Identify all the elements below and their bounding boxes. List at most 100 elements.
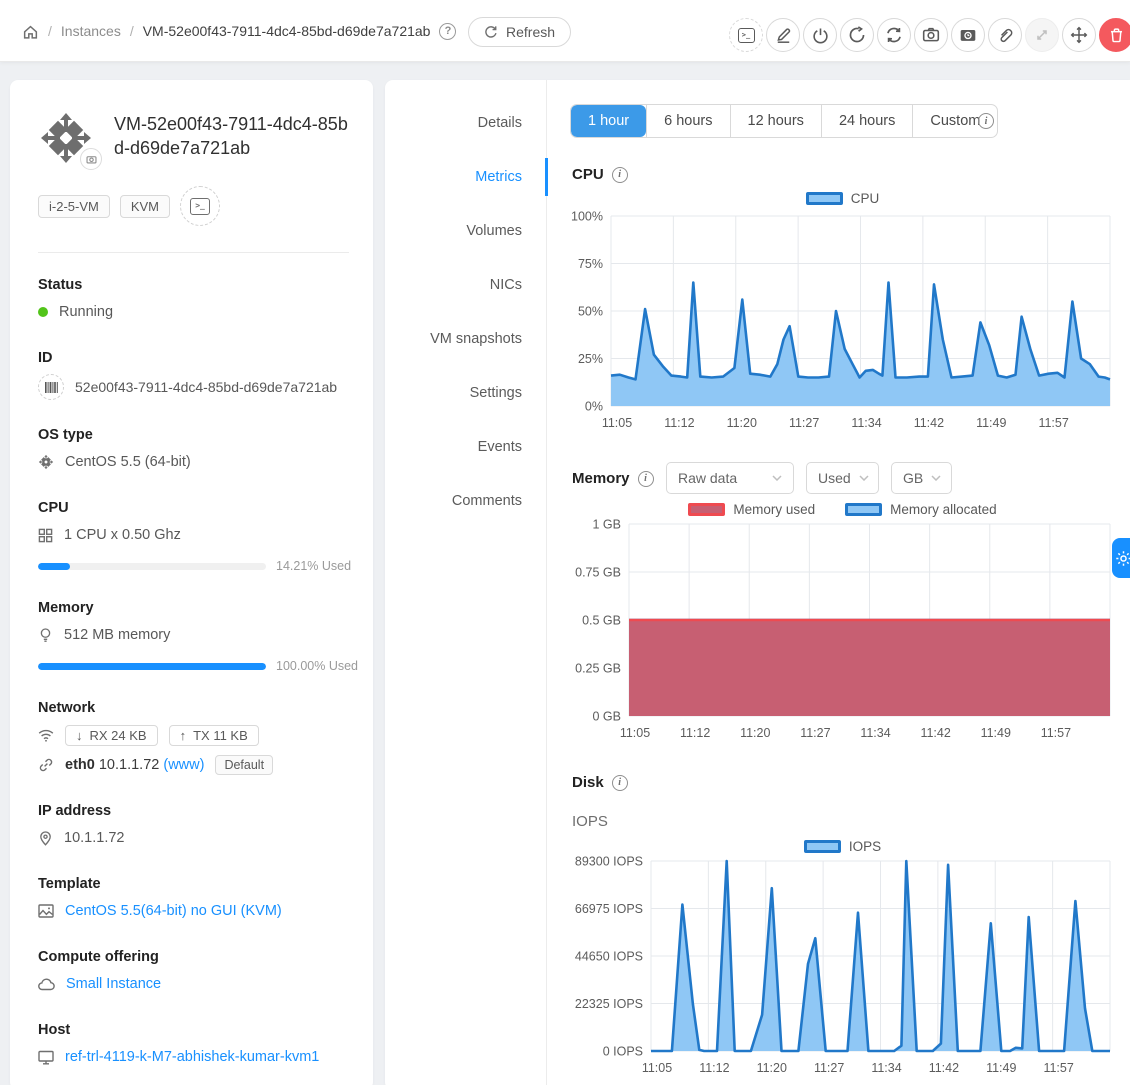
tab-details[interactable]: Details	[385, 96, 546, 150]
info-icon[interactable]: i	[612, 775, 628, 791]
svg-text:11:42: 11:42	[929, 1061, 959, 1075]
reinstall-button[interactable]	[877, 18, 911, 52]
home-icon[interactable]	[22, 23, 39, 40]
id-value: 52e00f43-7911-4dc4-85bd-d69de7a721ab	[75, 379, 337, 395]
svg-text:11:34: 11:34	[851, 416, 881, 430]
theme-settings-button[interactable]	[1112, 538, 1130, 578]
disk-section-title: Disk i	[572, 774, 628, 791]
change-icon-button[interactable]	[80, 148, 102, 170]
svg-text:11:12: 11:12	[680, 726, 710, 740]
destroy-button[interactable]	[1099, 18, 1130, 52]
compute-offering-link[interactable]: Small Instance	[66, 976, 161, 992]
open-console-button[interactable]: >_	[180, 186, 220, 226]
move-icon	[1070, 26, 1088, 44]
info-icon[interactable]: i	[638, 471, 654, 487]
network-section: Network ↓RX 24 KB ↑TX 11 KB eth0 10.1.1.…	[38, 700, 349, 776]
pencil-icon	[775, 27, 792, 44]
wifi-icon	[38, 729, 54, 742]
edit-button[interactable]	[766, 18, 800, 52]
cpu-used-label: 14.21% Used	[276, 559, 351, 573]
memory-allocated-swatch	[845, 503, 882, 516]
cpu-section: CPU 1 CPU x 0.50 Ghz 14.21% Used	[38, 500, 349, 573]
ip-value: 10.1.1.72	[64, 830, 124, 846]
memory-metric-select[interactable]: Used	[806, 462, 879, 494]
nic-default-badge: Default	[215, 755, 273, 775]
memory-allocated-label: Memory allocated	[890, 502, 997, 517]
compute-offering-label: Compute offering	[38, 949, 349, 965]
snapshot-schedule-button[interactable]	[951, 18, 985, 52]
divider	[38, 252, 349, 253]
svg-text:11:12: 11:12	[699, 1061, 729, 1075]
status-value: Running	[59, 304, 113, 320]
cpu-legend-swatch	[806, 192, 843, 205]
id-section: ID 52e00f43-7911-4dc4-85bd-d69de7a721ab	[38, 350, 349, 400]
tab-nics[interactable]: NICs	[385, 258, 546, 312]
range-6-hours[interactable]: 6 hours	[646, 105, 729, 137]
memory-legend[interactable]: Memory used Memory allocated	[570, 501, 1115, 517]
breadcrumb-instances[interactable]: Instances	[61, 23, 121, 39]
memory-progress	[38, 663, 266, 670]
svg-text:11:12: 11:12	[664, 416, 694, 430]
nic-network-link[interactable]: (www)	[163, 757, 204, 773]
range-1-hour[interactable]: 1 hour	[571, 105, 646, 137]
memory-chart: 1 GB0.75 GB0.5 GB0.25 GB0 GB11:0511:1211…	[570, 516, 1115, 748]
svg-text:11:27: 11:27	[814, 1061, 844, 1075]
camera-icon	[922, 26, 940, 44]
pin-icon	[38, 830, 53, 846]
svg-text:11:57: 11:57	[1043, 1061, 1073, 1075]
attach-iso-button[interactable]	[988, 18, 1022, 52]
iops-subtitle: IOPS	[572, 813, 608, 830]
refresh-label: Refresh	[506, 24, 555, 40]
tab-events[interactable]: Events	[385, 420, 546, 474]
compute-offering-section: Compute offering Small Instance	[38, 949, 349, 995]
refresh-button[interactable]: Refresh	[468, 17, 571, 47]
detail-panel: Details Metrics Volumes NICs VM snapshot…	[385, 80, 1130, 1085]
power-icon	[812, 27, 829, 44]
reboot-button[interactable]	[840, 18, 874, 52]
host-link[interactable]: ref-trl-4119-k-M7-abhishek-kumar-kvm1	[65, 1049, 319, 1065]
gear-icon	[1115, 550, 1130, 567]
status-section: Status Running	[38, 277, 349, 323]
migrate-button[interactable]	[1062, 18, 1096, 52]
svg-text:11:27: 11:27	[789, 416, 819, 430]
console-button[interactable]: >_	[729, 18, 763, 52]
memory-section: Memory 512 MB memory 100.00% Used	[38, 600, 349, 673]
svg-text:66975 IOPS: 66975 IOPS	[575, 902, 643, 916]
monitor-icon	[38, 1050, 54, 1065]
id-label: ID	[38, 350, 349, 366]
memory-mode-select[interactable]: Raw data	[666, 462, 794, 494]
cpu-legend[interactable]: CPU	[570, 190, 1115, 206]
ip-label: IP address	[38, 803, 349, 819]
detail-tabs: Details Metrics Volumes NICs VM snapshot…	[385, 80, 547, 1085]
info-icon[interactable]: i	[978, 113, 994, 129]
tab-comments[interactable]: Comments	[385, 474, 546, 528]
nic-ip: 10.1.1.72	[99, 757, 159, 773]
svg-text:1 GB: 1 GB	[593, 518, 622, 532]
info-icon[interactable]: i	[612, 167, 628, 183]
iops-legend-label: IOPS	[849, 839, 881, 854]
reload-icon	[484, 25, 498, 39]
breadcrumb-current: VM-52e00f43-7911-4dc4-85bd-d69de7a721ab	[143, 23, 431, 39]
memory-used-label: Memory used	[733, 502, 815, 517]
template-link[interactable]: CentOS 5.5(64-bit) no GUI (KVM)	[65, 903, 282, 919]
iops-legend[interactable]: IOPS	[570, 838, 1115, 854]
tab-settings[interactable]: Settings	[385, 366, 546, 420]
memory-value: 512 MB memory	[64, 627, 170, 643]
svg-text:75%: 75%	[578, 257, 603, 271]
memory-unit-select[interactable]: GB	[891, 462, 952, 494]
range-24-hours[interactable]: 24 hours	[821, 105, 912, 137]
take-snapshot-button[interactable]	[914, 18, 948, 52]
iops-legend-swatch	[804, 840, 841, 853]
svg-text:11:05: 11:05	[602, 416, 632, 430]
svg-text:11:49: 11:49	[981, 726, 1011, 740]
tab-metrics[interactable]: Metrics	[385, 150, 546, 204]
centos-icon	[38, 454, 54, 470]
power-off-button[interactable]	[803, 18, 837, 52]
help-icon[interactable]: ?	[439, 23, 456, 40]
range-12-hours[interactable]: 12 hours	[730, 105, 821, 137]
tab-vm-snapshots[interactable]: VM snapshots	[385, 312, 546, 366]
svg-text:11:42: 11:42	[920, 726, 950, 740]
tab-volumes[interactable]: Volumes	[385, 204, 546, 258]
memory-used-swatch	[688, 503, 725, 516]
cpu-legend-label: CPU	[851, 191, 880, 206]
